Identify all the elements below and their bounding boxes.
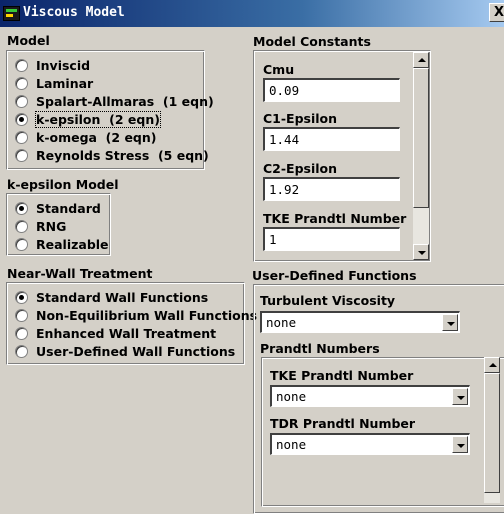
chevron-down-icon — [457, 396, 465, 400]
radio-k-omega[interactable]: k-omega (2 eqn) — [15, 128, 156, 146]
turbulent-viscosity-select[interactable]: none — [260, 311, 460, 333]
udf-tdr-prandtl-label: TDR Prandtl Number — [270, 416, 416, 431]
model-section-label: Model — [7, 33, 50, 48]
c1-epsilon-label: C1-Epsilon — [263, 111, 338, 126]
radio-laminar-label: Laminar — [36, 75, 94, 91]
radio-k-epsilon-circle[interactable] — [15, 112, 28, 126]
radio-user-defined-wall-functions-label: User-Defined Wall Functions — [36, 343, 236, 359]
turbulent-viscosity-label: Turbulent Viscosity — [260, 293, 396, 308]
radio-laminar-circle[interactable] — [15, 76, 28, 90]
tke-prandtl-label: TKE Prandtl Number — [263, 211, 407, 226]
radio-inviscid-label: Inviscid — [36, 57, 91, 73]
cmu-input[interactable]: 0.09 — [263, 78, 400, 102]
radio-enhanced-wall-treatment-label: Enhanced Wall Treatment — [36, 325, 217, 341]
radio-k-omega-label: k-omega (2 eqn) — [36, 129, 157, 145]
arrow-up-icon — [489, 363, 497, 367]
close-button[interactable]: X — [489, 3, 504, 22]
c2-epsilon-label: C2-Epsilon — [263, 161, 338, 176]
prandtl-numbers-scrollbar[interactable] — [484, 357, 500, 503]
window-titlebar[interactable]: Viscous Model X — [0, 0, 504, 27]
radio-standard-label: Standard — [36, 200, 101, 216]
radio-inviscid[interactable]: Inviscid — [15, 56, 90, 74]
window-title: Viscous Model — [23, 5, 125, 20]
udf-section-label: User-Defined Functions — [252, 268, 417, 283]
udf-tdr-prandtl-dropdown-button[interactable] — [452, 436, 468, 453]
radio-reynolds-stress-circle[interactable] — [15, 148, 28, 162]
radio-realizable-label: Realizable — [36, 236, 109, 252]
radio-standard-wall-functions[interactable]: Standard Wall Functions — [15, 288, 208, 306]
radio-k-epsilon-label: k-epsilon (2 eqn) — [35, 110, 161, 128]
model-constants-scrollbar[interactable] — [413, 52, 429, 260]
udf-tke-prandtl-select[interactable]: none — [270, 385, 470, 407]
prandtl-scroll-thumb[interactable] — [484, 373, 500, 493]
scroll-thumb[interactable] — [413, 68, 429, 208]
c1-epsilon-input[interactable]: 1.44 — [263, 127, 400, 151]
radio-enhanced-wall-treatment-circle[interactable] — [15, 326, 28, 340]
arrow-down-icon — [418, 251, 426, 255]
radio-realizable[interactable]: Realizable — [15, 235, 109, 253]
fluent-app-icon — [3, 6, 20, 21]
chevron-down-icon — [457, 444, 465, 448]
model-constants-section-label: Model Constants — [253, 34, 371, 49]
radio-inviscid-circle[interactable] — [15, 58, 28, 72]
udf-tke-prandtl-value: none — [276, 389, 307, 404]
udf-tke-prandtl-dropdown-button[interactable] — [452, 388, 468, 405]
udf-tke-prandtl-label: TKE Prandtl Number — [270, 368, 414, 383]
radio-spalart-allmaras-label: Spalart-Allmaras (1 eqn) — [36, 93, 214, 109]
prandtl-scroll-up-button[interactable] — [484, 357, 500, 373]
c2-epsilon-input[interactable]: 1.92 — [263, 177, 400, 201]
radio-k-omega-circle[interactable] — [15, 130, 28, 144]
radio-reynolds-stress-label: Reynolds Stress (5 eqn) — [36, 147, 209, 163]
scroll-down-button[interactable] — [413, 244, 429, 260]
radio-user-defined-wall-functions-circle[interactable] — [15, 344, 28, 358]
kepsilon-model-section-label: k-epsilon Model — [7, 177, 119, 192]
radio-laminar[interactable]: Laminar — [15, 74, 93, 92]
radio-spalart-allmaras[interactable]: Spalart-Allmaras (1 eqn) — [15, 92, 214, 110]
udf-tdr-prandtl-value: none — [276, 437, 307, 452]
near-wall-section-label: Near-Wall Treatment — [7, 266, 153, 281]
arrow-up-icon — [418, 58, 426, 62]
radio-non-equilibrium-wall-functions[interactable]: Non-Equilibrium Wall Functions — [15, 306, 257, 324]
cmu-label: Cmu — [263, 62, 295, 77]
radio-spalart-allmaras-circle[interactable] — [15, 94, 28, 108]
radio-enhanced-wall-treatment[interactable]: Enhanced Wall Treatment — [15, 324, 216, 342]
turbulent-viscosity-dropdown-button[interactable] — [442, 314, 458, 331]
radio-realizable-circle[interactable] — [15, 237, 28, 251]
radio-rng[interactable]: RNG — [15, 217, 66, 235]
tke-prandtl-input[interactable]: 1 — [263, 227, 400, 251]
radio-rng-circle[interactable] — [15, 219, 28, 233]
turbulent-viscosity-value: none — [266, 315, 297, 330]
chevron-down-icon — [447, 322, 455, 326]
radio-user-defined-wall-functions[interactable]: User-Defined Wall Functions — [15, 342, 235, 360]
radio-non-equilibrium-wall-functions-circle[interactable] — [15, 308, 28, 322]
radio-non-equilibrium-wall-functions-label: Non-Equilibrium Wall Functions — [36, 307, 258, 323]
radio-standard[interactable]: Standard — [15, 199, 101, 217]
radio-rng-label: RNG — [36, 218, 67, 234]
radio-standard-wall-functions-circle[interactable] — [15, 290, 28, 304]
radio-standard-circle[interactable] — [15, 201, 28, 215]
prandtl-numbers-label: Prandtl Numbers — [260, 341, 380, 356]
radio-standard-wall-functions-label: Standard Wall Functions — [36, 289, 209, 305]
radio-reynolds-stress[interactable]: Reynolds Stress (5 eqn) — [15, 146, 209, 164]
scroll-up-button[interactable] — [413, 52, 429, 68]
radio-k-epsilon[interactable]: k-epsilon (2 eqn) — [15, 110, 161, 128]
udf-tdr-prandtl-select[interactable]: none — [270, 433, 470, 455]
